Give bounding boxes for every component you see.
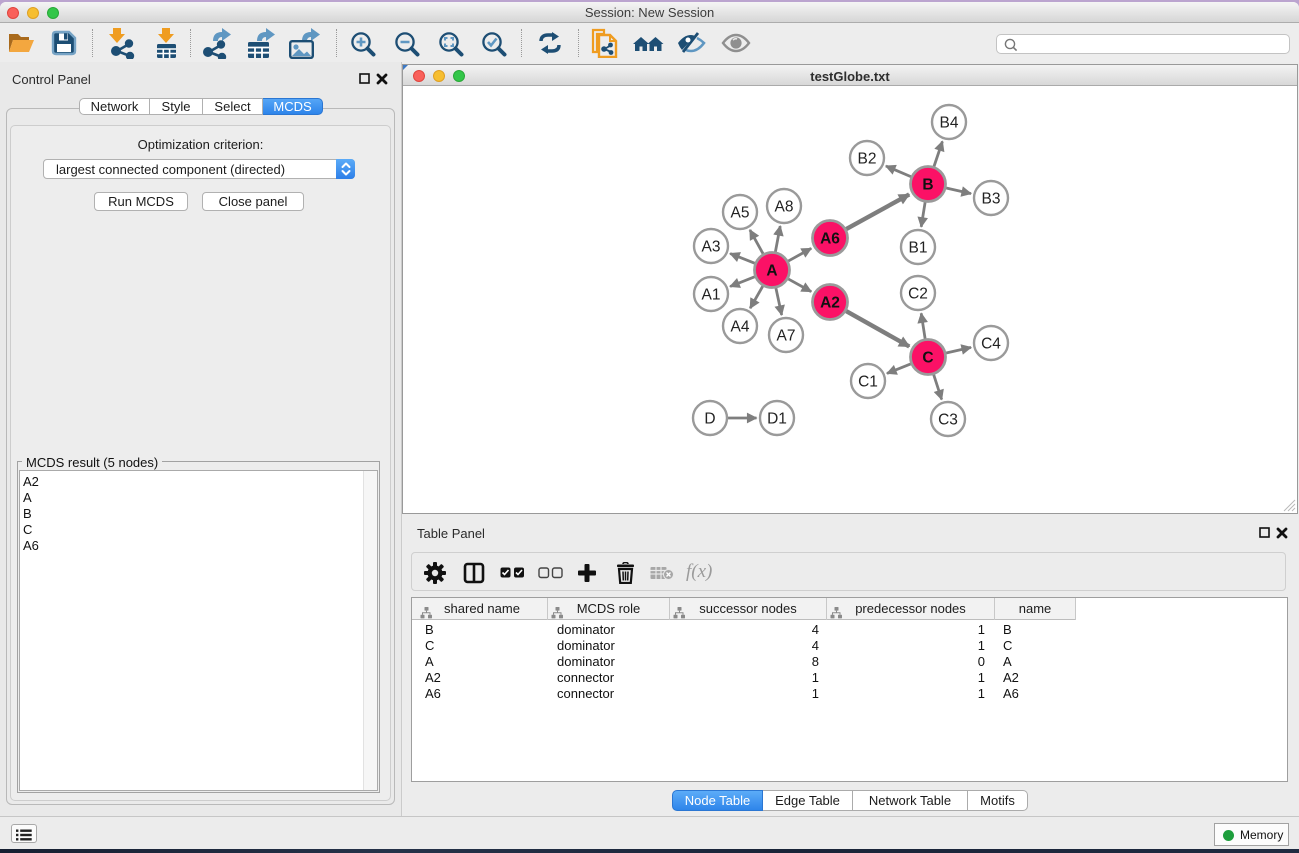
svg-text:B3: B3 xyxy=(982,191,1001,208)
svg-text:C4: C4 xyxy=(981,336,1001,353)
svg-text:B4: B4 xyxy=(940,115,959,132)
svg-text:C: C xyxy=(922,350,933,367)
svg-text:A1: A1 xyxy=(702,287,721,304)
svg-text:A8: A8 xyxy=(775,199,794,216)
svg-text:D1: D1 xyxy=(767,411,787,428)
svg-text:C2: C2 xyxy=(908,286,928,303)
svg-text:A2: A2 xyxy=(820,295,840,312)
svg-text:C1: C1 xyxy=(858,374,878,391)
svg-text:A: A xyxy=(766,263,777,280)
svg-text:A5: A5 xyxy=(731,205,750,222)
svg-text:A3: A3 xyxy=(702,239,721,256)
svg-text:B: B xyxy=(922,177,933,194)
svg-text:B2: B2 xyxy=(858,151,877,168)
svg-text:C3: C3 xyxy=(938,412,958,429)
svg-text:A4: A4 xyxy=(731,319,750,336)
svg-text:B1: B1 xyxy=(909,240,928,257)
svg-text:A7: A7 xyxy=(777,328,796,345)
svg-text:D: D xyxy=(704,411,715,428)
svg-text:A6: A6 xyxy=(820,231,840,248)
